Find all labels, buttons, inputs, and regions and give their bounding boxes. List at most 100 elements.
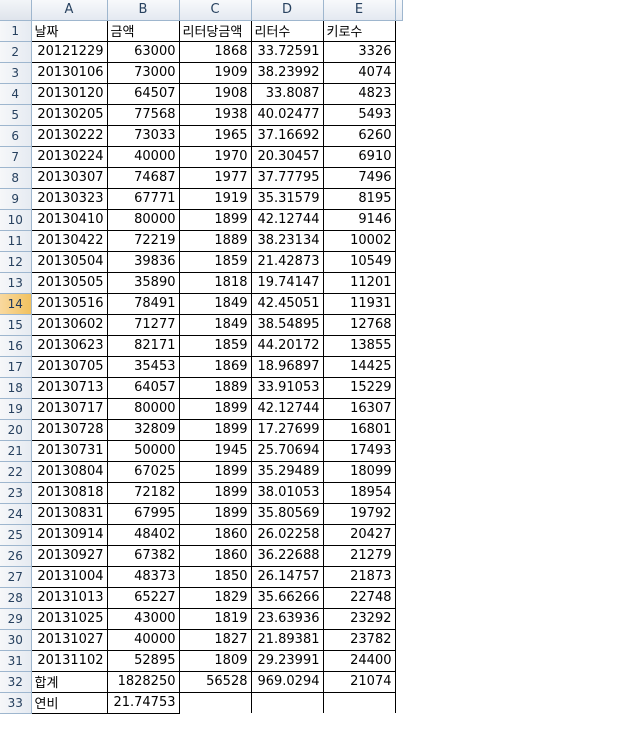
cell-d12[interactable]: 21.42873	[251, 251, 324, 273]
row-header[interactable]: 32	[0, 671, 32, 693]
cell-e12[interactable]: 10549	[323, 251, 396, 273]
cell-a6[interactable]: 20130222	[30, 125, 108, 147]
row-header[interactable]: 12	[0, 251, 32, 273]
cell-d7[interactable]: 20.30457	[251, 146, 324, 168]
cell-d5[interactable]: 40.02477	[251, 104, 324, 126]
row-header[interactable]: 14	[0, 293, 32, 315]
cell-d9[interactable]: 35.31579	[251, 188, 324, 210]
cell-b33[interactable]: 21.74753	[107, 692, 180, 714]
row-header[interactable]: 23	[0, 482, 32, 504]
cell-a10[interactable]: 20130410	[30, 209, 108, 231]
row-header[interactable]: 9	[0, 188, 32, 210]
row-header[interactable]: 15	[0, 314, 32, 336]
column-header-c[interactable]: C	[179, 0, 252, 21]
cell-d3[interactable]: 38.23992	[251, 62, 324, 84]
cell-a7[interactable]: 20130224	[30, 146, 108, 168]
cell-b12[interactable]: 39836	[107, 251, 180, 273]
row-header[interactable]: 11	[0, 230, 32, 252]
cell-d2[interactable]: 33.72591	[251, 41, 324, 63]
cell-b1[interactable]: 금액	[107, 19, 180, 42]
cell-f4[interactable]	[395, 83, 402, 104]
cell-c9[interactable]: 1919	[179, 188, 252, 210]
cell-a16[interactable]: 20130623	[30, 335, 108, 357]
cell-c17[interactable]: 1869	[179, 356, 252, 378]
cell-a11[interactable]: 20130422	[30, 230, 108, 252]
row-header[interactable]: 1	[0, 20, 32, 42]
cell-c19[interactable]: 1899	[179, 398, 252, 420]
cell-f13[interactable]	[395, 272, 402, 293]
cell-d30[interactable]: 21.89381	[251, 629, 324, 651]
cell-a2[interactable]: 20121229	[30, 41, 108, 63]
cell-b8[interactable]: 74687	[107, 167, 180, 189]
cell-e27[interactable]: 21873	[323, 566, 396, 588]
cell-a8[interactable]: 20130307	[30, 167, 108, 189]
cell-c8[interactable]: 1977	[179, 167, 252, 189]
cell-b9[interactable]: 67771	[107, 188, 180, 210]
row-header[interactable]: 20	[0, 419, 32, 441]
cell-e18[interactable]: 15229	[323, 377, 396, 399]
row-header[interactable]: 29	[0, 608, 32, 630]
cell-e7[interactable]: 6910	[323, 146, 396, 168]
cell-a20[interactable]: 20130728	[30, 419, 108, 441]
cell-a14[interactable]: 20130516	[30, 293, 108, 315]
cell-b10[interactable]: 80000	[107, 209, 180, 231]
cell-f10[interactable]	[395, 209, 402, 230]
cell-d29[interactable]: 23.63936	[251, 608, 324, 630]
cell-a22[interactable]: 20130804	[30, 461, 108, 483]
cell-c26[interactable]: 1860	[179, 545, 252, 567]
cell-e20[interactable]: 16801	[323, 419, 396, 441]
cell-b21[interactable]: 50000	[107, 440, 180, 462]
cell-c23[interactable]: 1899	[179, 482, 252, 504]
row-header[interactable]: 21	[0, 440, 32, 462]
cell-d27[interactable]: 26.14757	[251, 566, 324, 588]
row-header[interactable]: 7	[0, 146, 32, 168]
cell-c29[interactable]: 1819	[179, 608, 252, 630]
cell-c31[interactable]: 1809	[179, 650, 252, 672]
cell-c4[interactable]: 1908	[179, 83, 252, 105]
cell-d15[interactable]: 38.54895	[251, 314, 324, 336]
cell-a15[interactable]: 20130602	[30, 314, 108, 336]
row-header[interactable]: 33	[0, 692, 32, 714]
row-header[interactable]: 13	[0, 272, 32, 294]
cell-c21[interactable]: 1945	[179, 440, 252, 462]
cell-f24[interactable]	[395, 503, 402, 524]
cell-f21[interactable]	[395, 440, 402, 461]
cell-c30[interactable]: 1827	[179, 629, 252, 651]
cell-e3[interactable]: 4074	[323, 62, 396, 84]
cell-a13[interactable]: 20130505	[30, 272, 108, 294]
cell-b2[interactable]: 63000	[107, 41, 180, 63]
cell-d25[interactable]: 26.02258	[251, 524, 324, 546]
cell-b25[interactable]: 48402	[107, 524, 180, 546]
cell-e5[interactable]: 5493	[323, 104, 396, 126]
row-header[interactable]: 22	[0, 461, 32, 483]
row-header[interactable]: 30	[0, 629, 32, 651]
cell-d19[interactable]: 42.12744	[251, 398, 324, 420]
cell-b6[interactable]: 73033	[107, 125, 180, 147]
cell-e10[interactable]: 9146	[323, 209, 396, 231]
row-header[interactable]: 5	[0, 104, 32, 126]
cell-f14[interactable]	[395, 293, 402, 314]
cell-b16[interactable]: 82171	[107, 335, 180, 357]
cell-c11[interactable]: 1889	[179, 230, 252, 252]
cell-f33[interactable]	[395, 692, 402, 713]
cell-f32[interactable]	[395, 671, 402, 692]
cell-e1[interactable]: 키로수	[323, 19, 396, 42]
cell-b3[interactable]: 73000	[107, 62, 180, 84]
cell-f23[interactable]	[395, 482, 402, 503]
cell-f9[interactable]	[395, 188, 402, 209]
cell-d23[interactable]: 38.01053	[251, 482, 324, 504]
cell-a4[interactable]: 20130120	[30, 83, 108, 105]
cell-f2[interactable]	[395, 41, 402, 62]
cell-a19[interactable]: 20130717	[30, 398, 108, 420]
cell-e9[interactable]: 8195	[323, 188, 396, 210]
cell-e4[interactable]: 4823	[323, 83, 396, 105]
cell-b23[interactable]: 72182	[107, 482, 180, 504]
cell-e33[interactable]	[323, 692, 396, 713]
cell-c18[interactable]: 1889	[179, 377, 252, 399]
cell-d24[interactable]: 35.80569	[251, 503, 324, 525]
cell-b17[interactable]: 35453	[107, 356, 180, 378]
cell-e14[interactable]: 11931	[323, 293, 396, 315]
cell-d31[interactable]: 29.23991	[251, 650, 324, 672]
cell-a27[interactable]: 20131004	[30, 566, 108, 588]
select-all-corner[interactable]	[0, 0, 32, 21]
